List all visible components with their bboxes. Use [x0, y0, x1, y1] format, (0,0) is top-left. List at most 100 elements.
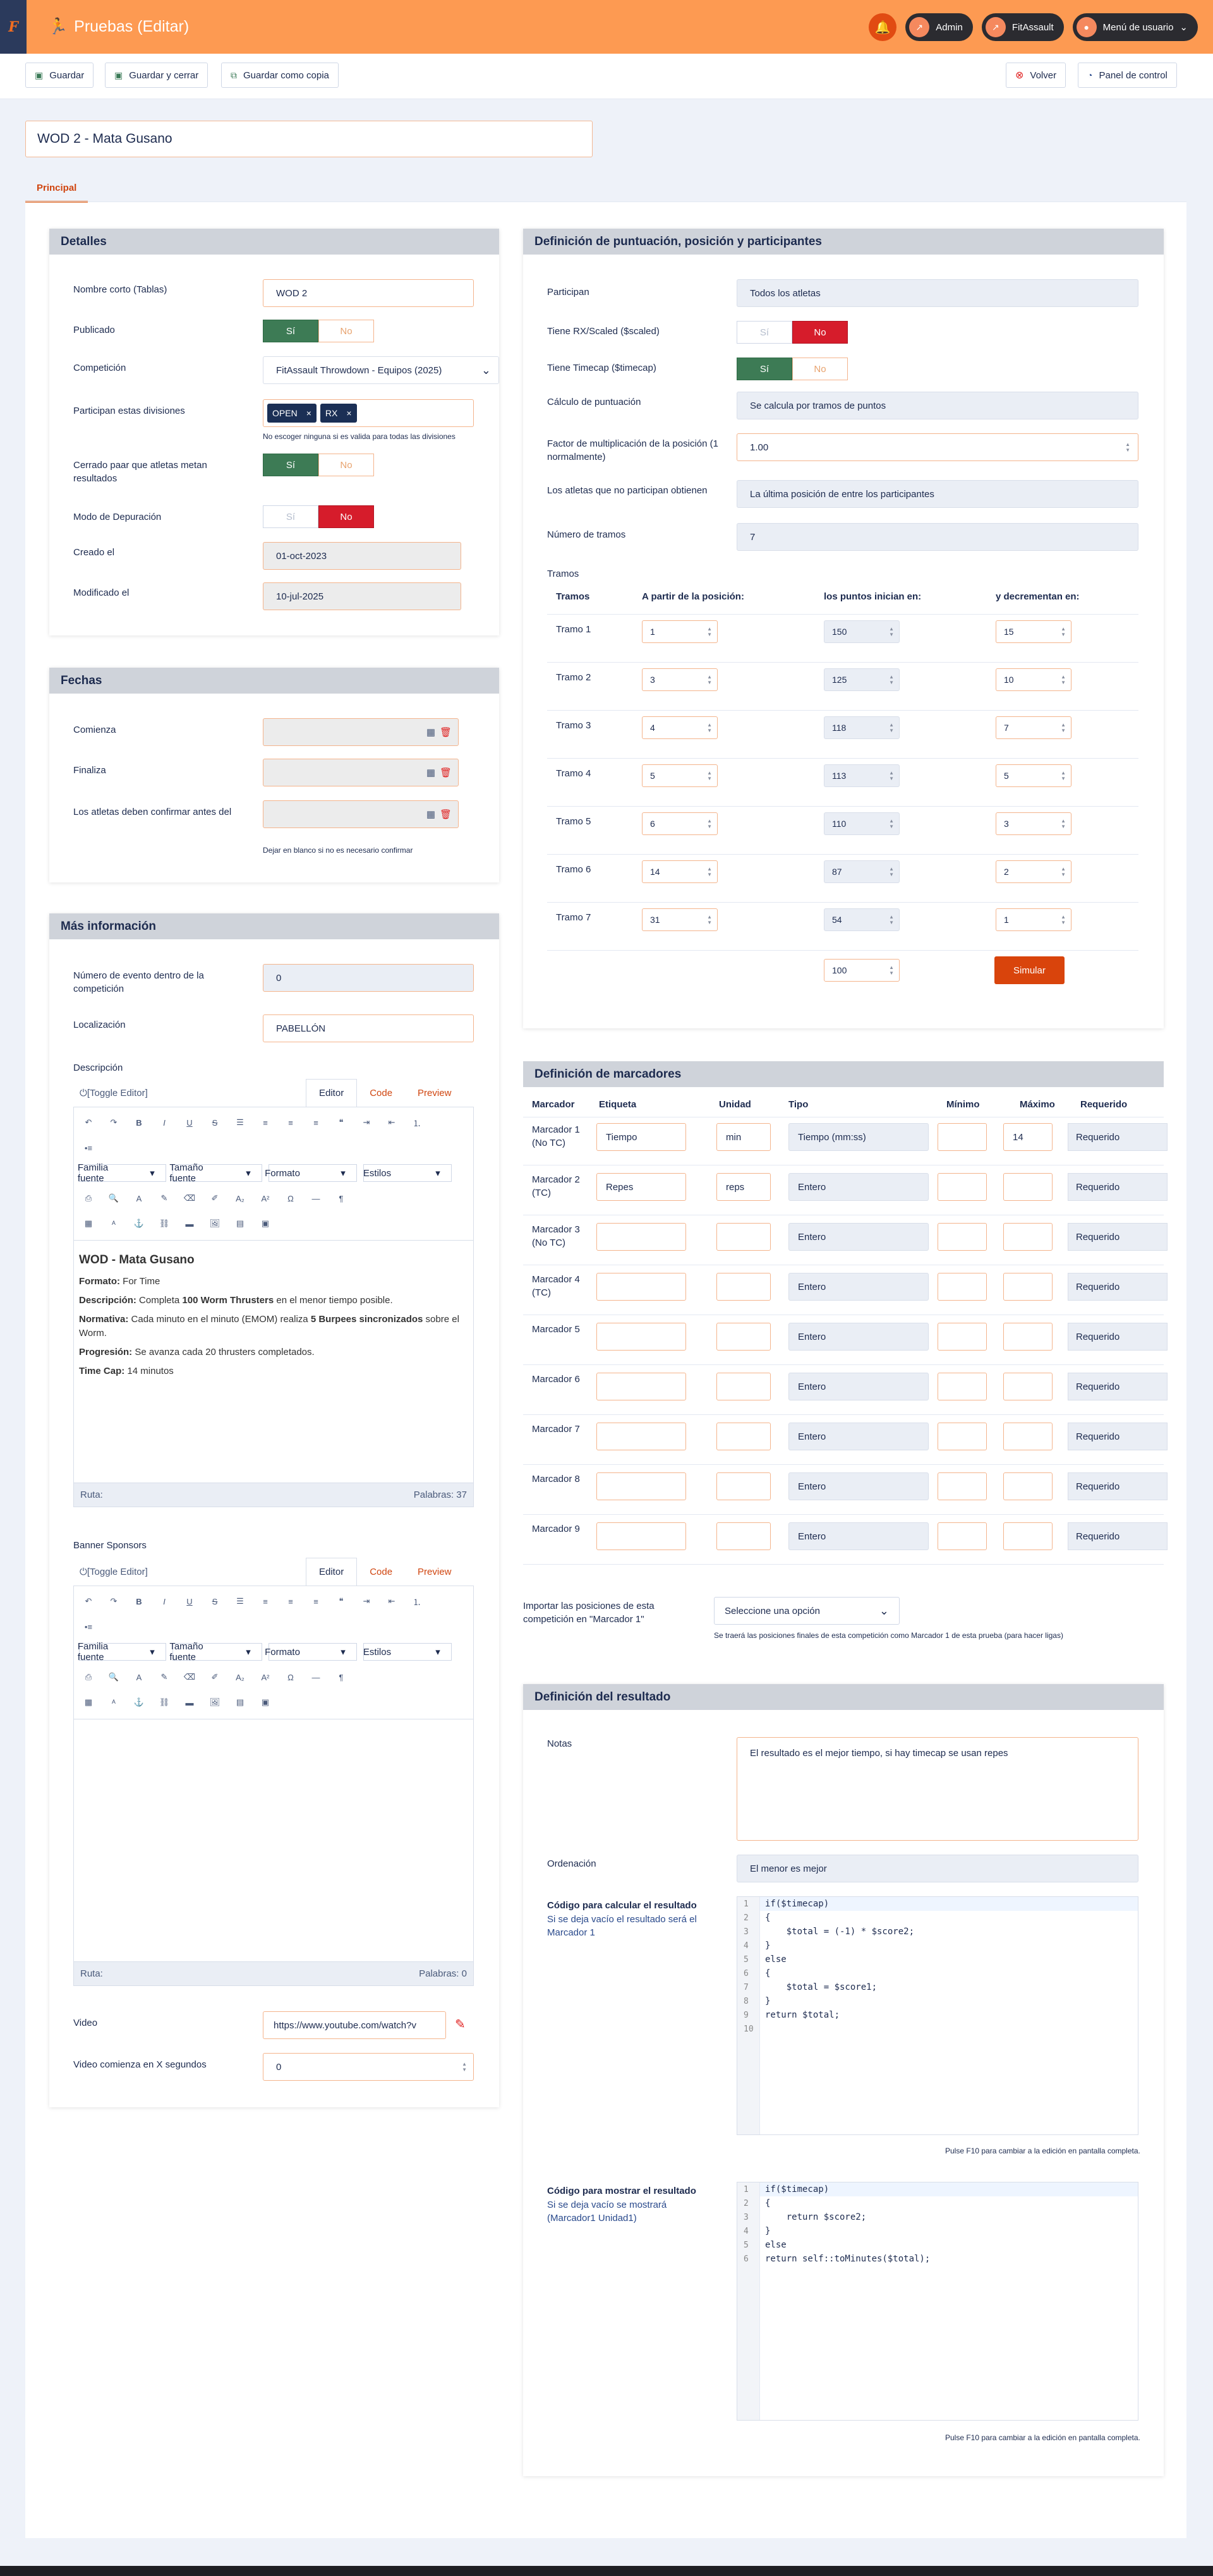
underline-icon[interactable]: U [180, 1592, 199, 1611]
align-center-icon[interactable]: ≡ [256, 1113, 275, 1132]
marker-type-select[interactable]: Entero [788, 1472, 929, 1500]
find-icon[interactable]: 🔍 [104, 1189, 123, 1208]
highlight-icon[interactable]: ✎ [155, 1189, 174, 1208]
align-justify-icon[interactable]: ☰ [231, 1113, 250, 1132]
location-input[interactable]: PABELLÓN [263, 1014, 474, 1042]
tramo-start-input[interactable]: 54 ▲ ▼ [824, 908, 900, 931]
marker-min-input[interactable] [938, 1323, 987, 1351]
undo-icon[interactable]: ↶ [79, 1592, 98, 1611]
marker-type-select[interactable]: Entero [788, 1423, 929, 1450]
spinner-icon[interactable]: ▲ ▼ [1061, 914, 1066, 925]
blockquote-icon[interactable]: ❝ [332, 1592, 351, 1611]
link-icon[interactable]: ⛓ [155, 1214, 174, 1233]
marker-max-input[interactable] [1003, 1472, 1053, 1500]
tramo-dec-input[interactable]: 15 ▲ ▼ [996, 620, 1071, 643]
tramo-from-input[interactable]: 14 ▲ ▼ [642, 860, 718, 883]
divisions-input[interactable]: OPEN × RX × [263, 399, 474, 427]
start-date-input[interactable]: ▦ 🗑 [263, 718, 459, 746]
spinner-icon[interactable]: ▲ ▼ [889, 722, 894, 733]
marker-label-input[interactable] [596, 1373, 686, 1400]
marker-required-select[interactable]: Requerido [1068, 1223, 1168, 1251]
marker-required-select[interactable]: Requerido [1068, 1373, 1168, 1400]
marker-min-input[interactable] [938, 1173, 987, 1201]
tramo-from-input[interactable]: 4 ▲ ▼ [642, 716, 718, 739]
tramo-start-input[interactable]: 118 ▲ ▼ [824, 716, 900, 739]
format-select[interactable]: Formato ▾ [265, 1164, 357, 1182]
marker-unit-input[interactable] [716, 1472, 771, 1500]
marker-unit-input[interactable] [716, 1423, 771, 1450]
spellcheck-icon[interactable]: ᴬ [104, 1214, 123, 1233]
bullet-list-icon[interactable]: •≡ [79, 1617, 98, 1636]
font-family-select[interactable]: Familia fuente ▾ [78, 1162, 166, 1184]
trash-icon[interactable]: 🗑 [440, 809, 452, 820]
hr-icon[interactable]: — [306, 1668, 325, 1687]
tramo-start-input[interactable]: 87 ▲ ▼ [824, 860, 900, 883]
tramo-dec-input[interactable]: 10 ▲ ▼ [996, 668, 1071, 691]
app-logo[interactable]: F [0, 0, 27, 54]
anchor-icon[interactable]: ⚓ [130, 1693, 148, 1712]
blockquote-icon[interactable]: ❝ [332, 1113, 351, 1132]
underline-icon[interactable]: U [180, 1113, 199, 1132]
short-name-input[interactable]: WOD 2 [263, 279, 474, 307]
image-icon[interactable]: 🖼 [205, 1693, 224, 1712]
spellcheck-icon[interactable]: ᴬ [104, 1693, 123, 1712]
indent-icon[interactable]: ⇥ [357, 1113, 376, 1132]
timecap-yes[interactable]: Sí [737, 358, 792, 380]
marker-unit-input[interactable]: reps [716, 1173, 771, 1201]
banner-editor[interactable]: ↶ ↷ B I U S ☰ ≡ ≡ ≡ ❝ ⇥ ⇤ ⒈ •≡ Familia fuente ▾ Tamaño… [73, 1586, 474, 1986]
competition-select[interactable]: FitAssault Throwdown - Equipos (2025) ⌄ [263, 356, 499, 384]
marker-required-select[interactable]: Requerido [1068, 1423, 1168, 1450]
save-copy-button[interactable]: ⧉ Guardar como copia [221, 63, 339, 88]
numbered-list-icon[interactable]: ⒈ [407, 1592, 426, 1611]
video-input[interactable]: https://www.youtube.com/watch?v [263, 2011, 446, 2039]
rx-yes[interactable]: Sí [737, 321, 792, 344]
align-right-icon[interactable]: ≡ [306, 1113, 325, 1132]
marker-max-input[interactable] [1003, 1423, 1053, 1450]
marker-unit-input[interactable] [716, 1323, 771, 1351]
strike-icon[interactable]: S [205, 1113, 224, 1132]
align-left-icon[interactable]: ≡ [281, 1592, 300, 1611]
subscript-icon[interactable]: A₂ [231, 1668, 250, 1687]
eraser-icon[interactable]: ⌫ [180, 1668, 199, 1687]
marker-max-input[interactable] [1003, 1223, 1053, 1251]
calendar-icon[interactable]: ▦ [426, 767, 435, 778]
rx-toggle[interactable]: Sí No [737, 321, 848, 344]
spinner-icon[interactable]: ▲ ▼ [889, 818, 894, 829]
nonpart-value[interactable]: La última posición de entre los particip… [737, 480, 1138, 508]
division-chip[interactable]: OPEN × [267, 404, 317, 423]
marker-type-select[interactable]: Entero [788, 1223, 929, 1251]
tramo-dec-input[interactable]: 2 ▲ ▼ [996, 860, 1071, 883]
marker-required-select[interactable]: Requerido [1068, 1173, 1168, 1201]
tramo-dec-input[interactable]: 7 ▲ ▼ [996, 716, 1071, 739]
spinner-icon[interactable]: ▲ ▼ [889, 770, 894, 781]
bell-icon[interactable]: 🔔 [869, 13, 897, 41]
simulate-input[interactable]: 100 ▲ ▼ [824, 959, 900, 982]
media-icon[interactable]: ▬ [180, 1693, 199, 1712]
calendar-icon[interactable]: ▦ [426, 726, 435, 738]
layout-icon[interactable]: ▤ [231, 1214, 250, 1233]
spinner-icon[interactable]: ▲ ▼ [707, 770, 712, 781]
styles-select[interactable]: Estilos ▾ [363, 1164, 452, 1182]
italic-icon[interactable]: I [155, 1592, 174, 1611]
spinner-icon[interactable]: ▲ ▼ [889, 626, 894, 637]
marker-label-input[interactable]: Repes [596, 1173, 686, 1201]
save-close-button[interactable]: ▣ Guardar y cerrar [105, 63, 208, 88]
tab-preview[interactable]: Preview [405, 1558, 464, 1586]
remove-icon[interactable]: × [306, 408, 311, 418]
spinner-icon[interactable]: ▲ ▼ [1061, 626, 1066, 637]
marker-label-input[interactable] [596, 1423, 686, 1450]
spinner-icon[interactable]: ▲ ▼ [889, 674, 894, 685]
event-number-input[interactable]: 0 [263, 964, 474, 992]
toggle-editor[interactable]: ⏻[Toggle Editor] [80, 1088, 148, 1098]
spinner-icon[interactable]: ▲ ▼ [707, 914, 712, 925]
marker-label-input[interactable] [596, 1223, 686, 1251]
tramo-from-input[interactable]: 5 ▲ ▼ [642, 764, 718, 787]
bullet-list-icon[interactable]: •≡ [79, 1138, 98, 1157]
end-date-input[interactable]: ▦ 🗑 [263, 759, 459, 786]
undo-icon[interactable]: ↶ [79, 1113, 98, 1132]
marker-max-input[interactable] [1003, 1173, 1053, 1201]
template-icon[interactable]: ▣ [256, 1214, 275, 1233]
marker-label-input[interactable] [596, 1522, 686, 1550]
site-link[interactable]: ↗ FitAssault [981, 13, 1064, 41]
admin-link[interactable]: ↗ Admin [905, 13, 973, 41]
